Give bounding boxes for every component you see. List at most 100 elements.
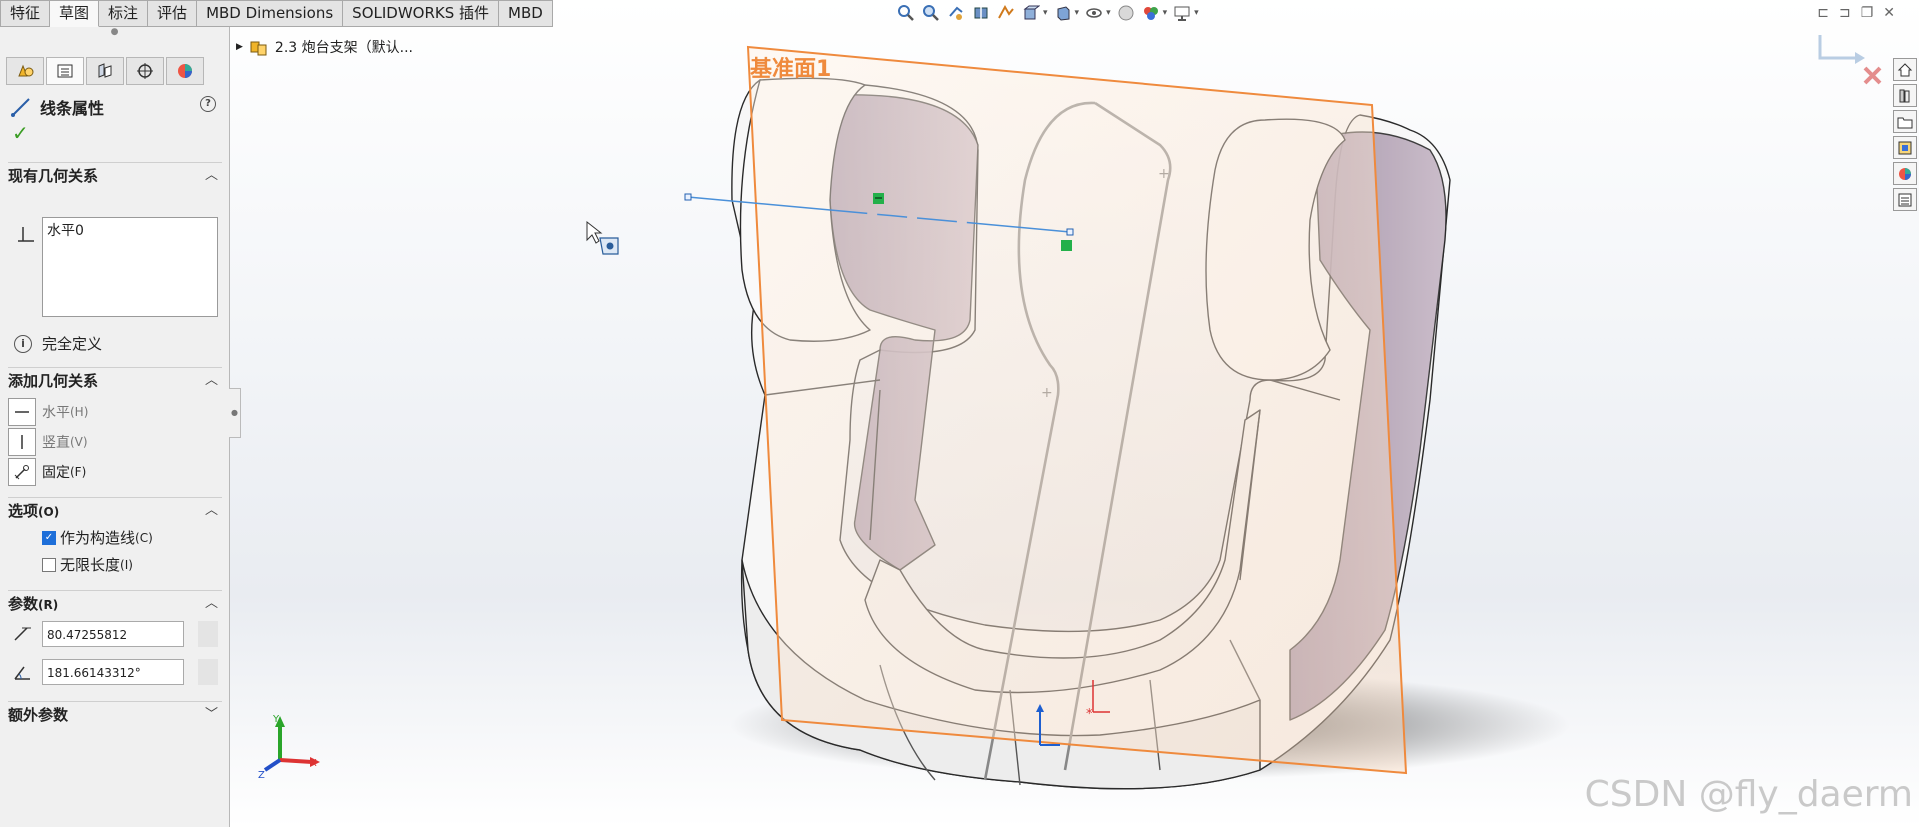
existing-relations-header[interactable]: 现有几何关系 ︿ xyxy=(8,162,222,186)
length-input[interactable]: 80.47255812 xyxy=(42,621,184,647)
parameters-header[interactable]: 参数(R) ︿ xyxy=(8,590,222,614)
reference-triad[interactable]: Y X Z xyxy=(258,714,320,781)
angle-input[interactable]: 181.66143312° xyxy=(42,659,184,685)
previous-view-icon[interactable] xyxy=(946,3,966,23)
display-style-icon[interactable] xyxy=(1053,3,1073,23)
reference-plane-front[interactable] xyxy=(746,45,1408,775)
window-controls: ⊏ ⊐ ❐ ✕ xyxy=(1817,5,1895,21)
feature-tree-root[interactable]: ▶ 2.3 炮台支架（默认... xyxy=(236,37,413,57)
confirmation-corner[interactable] xyxy=(1818,35,1882,85)
relation-perpendicular-icon xyxy=(14,223,36,249)
line-endpoint[interactable] xyxy=(684,193,692,201)
info-icon: i xyxy=(14,334,32,353)
tab-features[interactable]: 特征 xyxy=(0,0,51,27)
chevron-down-icon[interactable]: ▾ xyxy=(1075,8,1080,18)
chevron-up-icon[interactable]: ︿ xyxy=(205,369,218,388)
pm-title: 线条属性 xyxy=(10,95,104,119)
section-view-icon[interactable] xyxy=(971,3,991,23)
graphics-viewport[interactable]: + + * Y X Z xyxy=(0,0,1919,827)
tab-evaluate[interactable]: 评估 xyxy=(148,0,198,27)
tab-mbd-dimensions[interactable]: MBD Dimensions xyxy=(197,0,344,27)
construction-line-option[interactable]: ✓ 作为构造线 (C) xyxy=(42,527,153,548)
triad-label-z: Z xyxy=(258,770,265,781)
triad-label-x: X xyxy=(310,758,317,769)
view-palette-icon[interactable] xyxy=(1893,136,1917,159)
panel-grip[interactable]: ● xyxy=(0,27,229,41)
chevron-down-icon[interactable]: ▾ xyxy=(1106,8,1111,18)
zoom-area-icon[interactable] xyxy=(921,3,941,23)
appearances-icon[interactable] xyxy=(1893,162,1917,185)
expand-arrow-icon[interactable]: ▶ xyxy=(236,42,243,52)
ok-check-icon[interactable]: ✓ xyxy=(12,121,29,145)
infinite-length-option[interactable]: 无限长度 (I) xyxy=(42,554,133,575)
part-icon xyxy=(250,41,267,56)
line-endpoint[interactable] xyxy=(1066,228,1074,236)
angle-spinner[interactable] xyxy=(198,659,218,685)
tile-left-icon[interactable]: ⊏ xyxy=(1817,5,1829,21)
tab-mbd[interactable]: MBD xyxy=(499,0,553,27)
watermark: CSDN @fly_daerm xyxy=(1584,774,1913,815)
extra-params-header[interactable]: 额外参数 ﹀ xyxy=(8,701,222,725)
options-header[interactable]: 选项(O) ︿ xyxy=(8,497,222,521)
definition-status: i 完全定义 xyxy=(14,333,102,354)
chevron-up-icon[interactable]: ︿ xyxy=(205,499,218,518)
feature-tree-root-label: 2.3 炮台支架（默认... xyxy=(274,40,413,56)
horizontal-relation-icon[interactable] xyxy=(8,398,36,426)
view-orientation-icon[interactable] xyxy=(1021,3,1041,23)
add-relation-horizontal[interactable]: 水平 (H) xyxy=(8,398,88,426)
hide-show-items-icon[interactable] xyxy=(1084,3,1104,23)
tab-solidworks-addins[interactable]: SOLIDWORKS 插件 xyxy=(343,0,500,27)
tile-right-icon[interactable]: ⊐ xyxy=(1839,5,1851,21)
zoom-to-fit-icon[interactable] xyxy=(896,3,916,23)
chevron-up-icon[interactable]: ︿ xyxy=(205,592,218,611)
view-settings-icon[interactable] xyxy=(1172,3,1192,23)
chevron-down-icon[interactable]: ▾ xyxy=(1043,8,1048,18)
command-manager-tabs: 特征 草图 标注 评估 MBD Dimensions SOLIDWORKS 插件… xyxy=(0,0,553,27)
apply-scene-icon[interactable] xyxy=(1141,3,1161,23)
length-param: 80.47255812 xyxy=(12,621,218,647)
cursor-icon xyxy=(586,220,619,255)
view-toolbar: ▾ ▾ ▾ ▾ ▾ xyxy=(896,3,1199,23)
plane-label: 基准面1 xyxy=(750,57,832,82)
custom-properties-icon[interactable] xyxy=(1893,188,1917,211)
pm-title-text: 线条属性 xyxy=(40,99,105,118)
construction-checkbox[interactable]: ✓ xyxy=(42,530,56,545)
coincident-relation-marker xyxy=(1061,240,1072,251)
task-pane xyxy=(1893,58,1919,211)
help-icon[interactable]: ? xyxy=(200,96,216,112)
vertical-relation-icon[interactable] xyxy=(8,428,36,456)
relation-item[interactable]: 水平0 xyxy=(47,220,84,240)
manager-tabs xyxy=(6,57,204,85)
infinite-length-checkbox[interactable] xyxy=(42,557,56,572)
add-relation-vertical[interactable]: 竖直 (V) xyxy=(8,428,88,456)
add-relations-header[interactable]: 添加几何关系 ︿ xyxy=(8,367,222,391)
length-spinner[interactable] xyxy=(198,621,218,647)
configuration-manager-tab[interactable] xyxy=(86,57,124,85)
angle-param: 181.66143312° xyxy=(12,659,218,685)
property-manager: ● 线条属性 ? ✓ 现有几何关系 ︿ 水平0 i 完全定义 添加几何关系 ︿ … xyxy=(0,27,230,827)
home-icon[interactable] xyxy=(1893,58,1917,81)
chevron-down-icon[interactable]: ▾ xyxy=(1194,8,1199,18)
line-icon xyxy=(11,98,30,117)
existing-relations-list[interactable]: 水平0 xyxy=(42,217,218,317)
file-explorer-icon[interactable] xyxy=(1893,110,1917,133)
fix-relation-icon[interactable] xyxy=(8,458,36,486)
feature-manager-tab[interactable] xyxy=(6,57,44,85)
chevron-up-icon[interactable]: ︿ xyxy=(205,164,218,183)
panel-collapse-handle[interactable]: ● xyxy=(229,388,241,438)
edit-appearance-icon[interactable] xyxy=(1116,3,1136,23)
add-relation-fix[interactable]: 固定 (F) xyxy=(8,458,86,486)
dimxpert-manager-tab[interactable] xyxy=(126,57,164,85)
length-icon xyxy=(14,627,31,641)
close-icon[interactable]: ✕ xyxy=(1883,5,1895,21)
chevron-down-icon[interactable]: ﹀ xyxy=(205,703,218,722)
restore-icon[interactable]: ❐ xyxy=(1861,5,1874,21)
display-manager-tab[interactable] xyxy=(166,57,204,85)
svg-text:*: * xyxy=(1086,707,1093,722)
tab-markup[interactable]: 标注 xyxy=(99,0,149,27)
property-manager-tab[interactable] xyxy=(46,57,84,85)
chevron-down-icon[interactable]: ▾ xyxy=(1163,8,1168,18)
design-library-icon[interactable] xyxy=(1893,84,1917,107)
tab-sketch[interactable]: 草图 xyxy=(50,0,100,27)
dynamic-annotation-icon[interactable] xyxy=(996,3,1016,23)
